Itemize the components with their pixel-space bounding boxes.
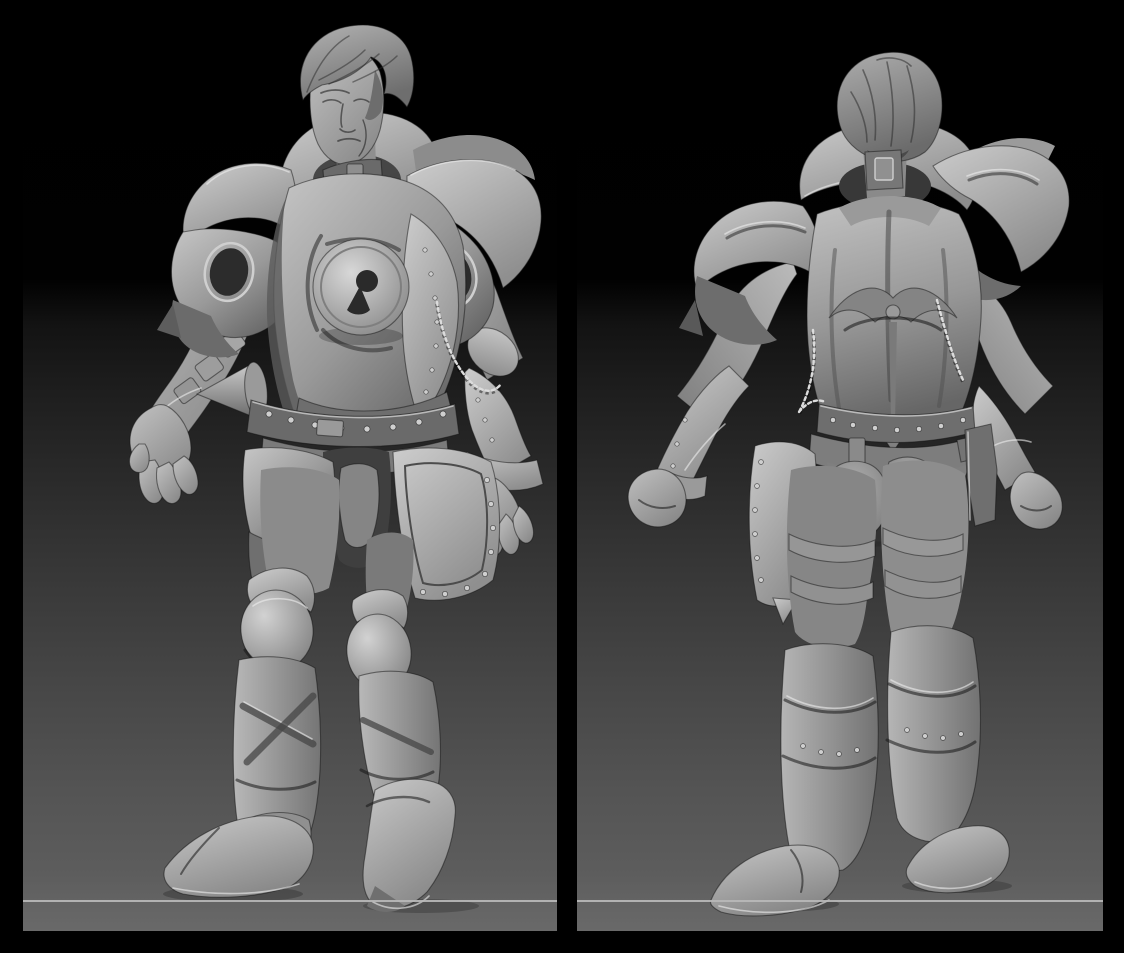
panel-divider	[557, 0, 577, 953]
character-sculpt-back-view	[577, 0, 1103, 931]
right-boot	[363, 779, 455, 912]
character-sculpt-front-view	[23, 0, 557, 931]
floor-grid-line	[23, 900, 557, 902]
bottom-frame-border	[0, 931, 1124, 953]
collar-back-strap	[865, 150, 903, 190]
left-boot	[164, 813, 313, 898]
viewport-panel-front[interactable]	[23, 0, 557, 931]
floor-grid-line	[577, 900, 1103, 902]
sculpt-app-screen	[0, 0, 1124, 953]
left-pauldron-back	[679, 201, 821, 345]
head-back	[837, 52, 942, 162]
viewport-panel-back[interactable]	[577, 0, 1103, 931]
